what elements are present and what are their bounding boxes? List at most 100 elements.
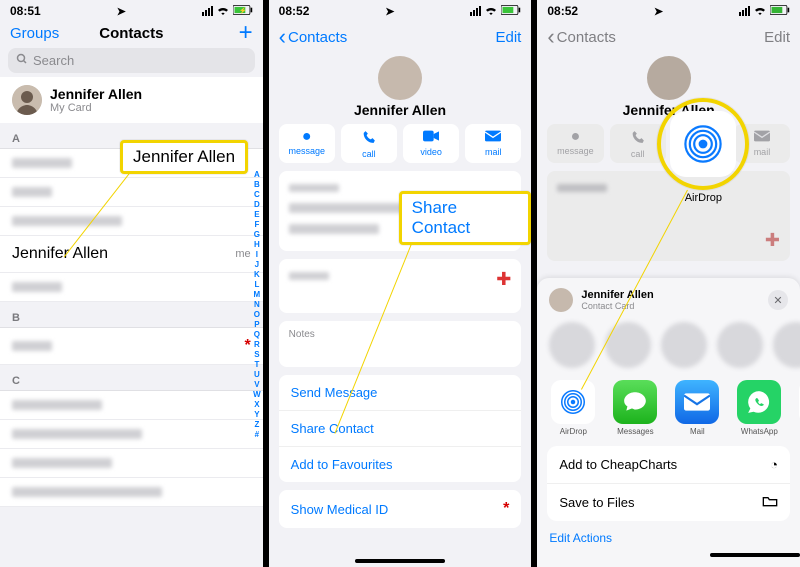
signal-icon bbox=[202, 6, 213, 16]
screen-contact-detail: 08:52 ➤ Contacts Edit Jennifer Allen ●me… bbox=[266, 0, 535, 567]
people-row[interactable] bbox=[537, 318, 800, 372]
avatar bbox=[647, 56, 691, 100]
status-bar: 08:52 ➤ bbox=[269, 0, 532, 20]
section-header: C bbox=[0, 365, 263, 391]
person-item[interactable] bbox=[661, 322, 707, 368]
share-sheet: Jennifer Allen Contact Card ✕ AirDrop Me… bbox=[537, 278, 800, 567]
phone-icon bbox=[341, 130, 397, 147]
nav-bar: Groups Contacts + bbox=[0, 20, 263, 44]
star-icon: * bbox=[503, 500, 509, 518]
call-action[interactable]: call bbox=[341, 124, 397, 163]
screen-contacts-list: 08:51 ➤ ⚡ Groups Contacts + Search Jenni… bbox=[0, 0, 266, 567]
my-card-row[interactable]: Jennifer Allen My Card bbox=[0, 77, 263, 123]
share-contact-link[interactable]: Share Contact bbox=[279, 411, 522, 447]
search-placeholder: Search bbox=[33, 53, 74, 68]
callout-jennifer: Jennifer Allen bbox=[120, 140, 248, 174]
location-icon: ➤ bbox=[385, 5, 394, 18]
message-action[interactable]: ●message bbox=[279, 124, 335, 163]
status-time: 08:52 bbox=[547, 4, 578, 18]
battery-icon bbox=[770, 4, 790, 18]
mail-icon bbox=[465, 130, 521, 145]
list-item[interactable]: * bbox=[0, 328, 263, 365]
battery-icon: ⚡ bbox=[233, 5, 253, 18]
status-time: 08:51 bbox=[10, 4, 41, 18]
folder-icon bbox=[762, 495, 778, 510]
list-item[interactable] bbox=[0, 478, 263, 507]
contact-name: Jennifer Allen bbox=[269, 102, 532, 124]
back-button[interactable]: Contacts bbox=[279, 24, 348, 50]
sheet-header: Jennifer Allen Contact Card ✕ bbox=[537, 286, 800, 318]
notes-label: Notes bbox=[289, 329, 512, 340]
airdrop-icon bbox=[551, 380, 595, 424]
list-item[interactable] bbox=[0, 178, 263, 207]
list-item[interactable] bbox=[0, 207, 263, 236]
person-item[interactable] bbox=[773, 322, 800, 368]
nav-bar: Contacts Edit bbox=[537, 20, 800, 52]
status-time: 08:52 bbox=[279, 4, 310, 18]
item-label: Jennifer Allen bbox=[12, 245, 108, 263]
nav-bar: Contacts Edit bbox=[269, 20, 532, 52]
location-icon: ➤ bbox=[654, 5, 663, 18]
edit-button: Edit bbox=[734, 29, 790, 46]
edit-actions-link[interactable]: Edit Actions bbox=[537, 521, 800, 555]
index-bar[interactable]: ABCDEFGHIJKLMNOPQRSTUVWXYZ# bbox=[253, 170, 261, 440]
add-contact-button[interactable]: + bbox=[197, 24, 253, 42]
location-icon: ➤ bbox=[117, 5, 126, 18]
my-card-sub: My Card bbox=[50, 102, 142, 114]
airdrop-highlight bbox=[670, 111, 736, 177]
status-bar: 08:51 ➤ ⚡ bbox=[0, 0, 263, 20]
edit-button[interactable]: Edit bbox=[465, 29, 521, 46]
messages-icon bbox=[613, 380, 657, 424]
send-message-link[interactable]: Send Message bbox=[279, 375, 522, 411]
mail-app[interactable]: Mail bbox=[673, 380, 721, 436]
close-button[interactable]: ✕ bbox=[768, 290, 788, 310]
callout-share-contact: Share Contact bbox=[399, 191, 532, 245]
medical-link-group: Show Medical ID* bbox=[279, 490, 522, 528]
sheet-actions: Add to CheapCharts ◔ Save to Files bbox=[547, 446, 790, 521]
list-item[interactable] bbox=[0, 391, 263, 420]
back-button: Contacts bbox=[547, 24, 616, 50]
airdrop-app[interactable]: AirDrop bbox=[549, 380, 597, 436]
app-row[interactable]: AirDrop Messages Mail WhatsApp S bbox=[537, 372, 800, 440]
add-favourites-link[interactable]: Add to Favourites bbox=[279, 447, 522, 482]
svg-text:⚡: ⚡ bbox=[239, 6, 247, 14]
mail-action[interactable]: mail bbox=[465, 124, 521, 163]
add-to-cheapcharts[interactable]: Add to CheapCharts ◔ bbox=[547, 446, 790, 484]
list-item-jennifer[interactable]: Jennifer Allen me bbox=[0, 236, 263, 273]
message-icon: ● bbox=[279, 130, 335, 144]
medical-id-link[interactable]: Show Medical ID* bbox=[279, 490, 522, 528]
messages-app[interactable]: Messages bbox=[611, 380, 659, 436]
signal-icon bbox=[739, 6, 750, 16]
notes-card[interactable]: Notes bbox=[279, 321, 522, 367]
avatar bbox=[378, 56, 422, 100]
wifi-icon bbox=[216, 5, 230, 18]
list-item[interactable] bbox=[0, 449, 263, 478]
wifi-icon bbox=[484, 4, 498, 18]
signal-icon bbox=[470, 6, 481, 16]
list-item[interactable] bbox=[0, 273, 263, 302]
my-card-name: Jennifer Allen bbox=[50, 86, 142, 102]
status-bar: 08:52 ➤ bbox=[537, 0, 800, 20]
home-indicator[interactable] bbox=[710, 553, 800, 557]
medical-icon: ✚ bbox=[496, 269, 511, 290]
home-indicator[interactable] bbox=[355, 559, 445, 563]
person-item[interactable] bbox=[717, 322, 763, 368]
message-action: ●message bbox=[547, 124, 603, 163]
star-icon: * bbox=[244, 337, 250, 355]
whatsapp-app[interactable]: WhatsApp bbox=[735, 380, 783, 436]
sheet-subtitle: Contact Card bbox=[581, 301, 653, 311]
battery-icon bbox=[501, 4, 521, 18]
section-header: B bbox=[0, 302, 263, 328]
groups-button[interactable]: Groups bbox=[10, 25, 66, 42]
cheapcharts-icon: ◔ bbox=[770, 457, 778, 472]
video-action[interactable]: video bbox=[403, 124, 459, 163]
person-item[interactable] bbox=[549, 322, 595, 368]
sheet-title: Jennifer Allen bbox=[581, 289, 653, 301]
save-to-files[interactable]: Save to Files bbox=[547, 484, 790, 521]
search-field[interactable]: Search bbox=[8, 48, 255, 73]
video-icon bbox=[403, 130, 459, 145]
me-badge: me bbox=[235, 248, 250, 260]
avatar bbox=[12, 85, 42, 115]
search-icon bbox=[16, 53, 28, 68]
list-item[interactable] bbox=[0, 420, 263, 449]
